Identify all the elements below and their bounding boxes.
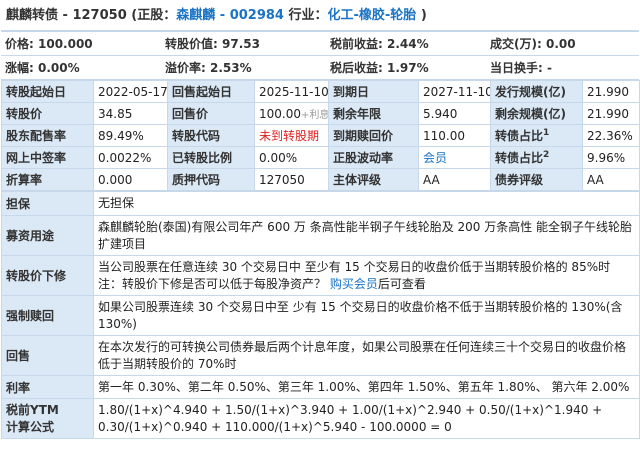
- value-conv-code: 未到转股期: [254, 124, 329, 147]
- table-row: 募资用途 森麒麟轮胎(泰国)有限公司年产 600 万 条高性能半钢子午线轮胎及 …: [1, 215, 640, 256]
- label-issuer-rating: 主体评级: [328, 168, 419, 191]
- table-row: 转股起始日 2022-05-17 回售起始日 2025-11-10 到期日 20…: [1, 80, 640, 103]
- label-interest-rate: 利率: [1, 375, 94, 399]
- buy-member-link[interactable]: 购买会员: [330, 277, 378, 291]
- label-put-price: 回售价: [167, 102, 255, 125]
- conversion-value-cell: 转股价值: 97.53: [161, 31, 326, 56]
- label-volatility: 正股波动率: [328, 146, 419, 169]
- label-placement-rate: 股东配售率: [1, 124, 94, 147]
- label-redeem-price: 到期赎回价: [328, 124, 419, 147]
- bond-detail-panel: 麒麟转债 - 127050 (正股：森麒麟 - 002984 行业：化工-橡胶-…: [1, 0, 640, 439]
- pretax-yield-cell: 税前收益: 2.44%: [326, 31, 486, 56]
- close-paren: ): [416, 8, 427, 23]
- value-ytm-formula: 1.80/(1+x)^4.940 + 1.50/(1+x)^3.940 + 1.…: [93, 398, 640, 439]
- change-cell: 涨幅: 0.00%: [1, 55, 161, 80]
- table-row: 转股价下修 当公司股票在任意连续 30 个交易日中 至少有 15 个交易日的收盘…: [1, 255, 640, 296]
- label-issue-size: 发行规模(亿): [490, 80, 583, 103]
- value-remaining-years: 5.940: [418, 102, 491, 125]
- table-row: 股东配售率 89.49% 转股代码 未到转股期 到期赎回价 110.00 转债占…: [1, 124, 640, 147]
- label-bond-ratio-1: 转债占比1: [490, 124, 583, 147]
- table-row: 利率 第一年 0.30%、第二年 0.50%、第三年 1.00%、第四年 1.5…: [1, 375, 640, 399]
- table-row: 网上中签率 0.0022% 已转股比例 0.00% 正股波动率 会员 转债占比2…: [1, 146, 640, 169]
- price-summary: 价格: 100.000 转股价值: 97.53 税前收益: 2.44% 成交(万…: [1, 31, 639, 80]
- price-cell: 价格: 100.000: [1, 31, 161, 56]
- label-maturity: 到期日: [328, 80, 419, 103]
- stock-sep: -: [215, 8, 230, 23]
- industry-label: 行业：: [283, 8, 328, 23]
- label-downward-revision: 转股价下修: [1, 255, 94, 296]
- value-bond-rating: AA: [582, 168, 640, 191]
- label-lottery-rate: 网上中签率: [1, 146, 94, 169]
- label-put-start: 回售起始日: [167, 80, 255, 103]
- label-pledge-code: 质押代码: [167, 168, 255, 191]
- turnover-cell: 当日换手: -: [486, 55, 639, 80]
- label-guarantee: 担保: [1, 191, 94, 216]
- stock-label: (正股：: [131, 8, 177, 23]
- label-conv-price: 转股价: [1, 102, 94, 125]
- value-conversion-rate: 0.000: [93, 168, 168, 191]
- value-issuer-rating: AA: [418, 168, 491, 191]
- label-bond-rating: 债券评级: [490, 168, 583, 191]
- value-put: 在本次发行的可转换公司债券最后两个计息年度，如果公司股票在任何连续三十个交易日的…: [93, 335, 640, 376]
- value-redeem-price: 110.00: [418, 124, 491, 147]
- label-forced-redemption: 强制赎回: [1, 295, 94, 336]
- value-bond-ratio-1: 22.36%: [582, 124, 640, 147]
- value-lottery-rate: 0.0022%: [93, 146, 168, 169]
- value-pledge-code: 127050: [254, 168, 329, 191]
- table-row: 税前YTM 计算公式 1.80/(1+x)^4.940 + 1.50/(1+x)^…: [1, 398, 640, 439]
- bond-info-grid: 转股起始日 2022-05-17 回售起始日 2025-11-10 到期日 20…: [1, 80, 640, 191]
- stock-name-link[interactable]: 森麒麟: [176, 8, 215, 23]
- label-conv-code: 转股代码: [167, 124, 255, 147]
- stock-code-link[interactable]: 002984: [230, 8, 284, 23]
- value-put-price: 100.00+利息: [254, 102, 329, 125]
- label-ytm-formula: 税前YTM 计算公式: [1, 398, 94, 439]
- bond-code: 127050: [72, 8, 127, 23]
- label-purpose: 募资用途: [1, 215, 94, 256]
- aftertax-yield-cell: 税后收益: 1.97%: [326, 55, 486, 80]
- value-maturity: 2027-11-10: [418, 80, 491, 103]
- table-row: 折算率 0.000 质押代码 127050 主体评级 AA 债券评级 AA: [1, 168, 640, 191]
- bond-terms-table: 担保 无担保 募资用途 森麒麟轮胎(泰国)有限公司年产 600 万 条高性能半钢…: [1, 191, 640, 439]
- label-conv-start: 转股起始日: [1, 80, 94, 103]
- table-row: 强制赎回 如果公司股票连续 30 个交易日中至 少有 15 个交易日的收盘价格不…: [1, 295, 640, 336]
- label-bond-ratio-2: 转债占比2: [490, 146, 583, 169]
- label-conversion-rate: 折算率: [1, 168, 94, 191]
- label-converted-ratio: 已转股比例: [167, 146, 255, 169]
- label-put: 回售: [1, 335, 94, 376]
- value-put-start: 2025-11-10: [254, 80, 329, 103]
- table-row: 回售 在本次发行的可转换公司债券最后两个计息年度，如果公司股票在任何连续三十个交…: [1, 335, 640, 376]
- volume-cell: 成交(万): 0.00: [486, 31, 639, 56]
- member-link[interactable]: 会员: [418, 146, 491, 169]
- premium-cell: 溢价率: 2.53%: [161, 55, 326, 80]
- value-remaining-size: 21.990: [582, 102, 640, 125]
- label-remaining-years: 剩余年限: [328, 102, 419, 125]
- value-issue-size: 21.990: [582, 80, 640, 103]
- value-bond-ratio-2: 9.96%: [582, 146, 640, 169]
- table-row: 担保 无担保: [1, 191, 640, 216]
- table-row: 转股价 34.85 回售价 100.00+利息 剩余年限 5.940 剩余规模(…: [1, 102, 640, 125]
- bond-name: 麒麟转债: [6, 8, 59, 23]
- page-title: 麒麟转债 - 127050 (正股：森麒麟 - 002984 行业：化工-橡胶-…: [1, 0, 639, 31]
- industry-link[interactable]: 化工-橡胶-轮胎: [328, 8, 417, 23]
- value-conv-start: 2022-05-17: [93, 80, 168, 103]
- value-conv-price: 34.85: [93, 102, 168, 125]
- value-downward-revision: 当公司股票在任意连续 30 个交易日中 至少有 15 个交易日的收盘价低于当期转…: [93, 255, 640, 296]
- value-converted-ratio: 0.00%: [254, 146, 329, 169]
- value-purpose: 森麒麟轮胎(泰国)有限公司年产 600 万 条高性能半钢子午线轮胎及 200 万…: [93, 215, 640, 256]
- label-remaining-size: 剩余规模(亿): [490, 102, 583, 125]
- value-forced-redemption: 如果公司股票连续 30 个交易日中至 少有 15 个交易日的收盘价格不低于当期转…: [93, 295, 640, 336]
- value-placement-rate: 89.49%: [93, 124, 168, 147]
- value-interest-rate: 第一年 0.30%、第二年 0.50%、第三年 1.00%、第四年 1.50%、…: [93, 375, 640, 399]
- value-guarantee: 无担保: [93, 191, 640, 216]
